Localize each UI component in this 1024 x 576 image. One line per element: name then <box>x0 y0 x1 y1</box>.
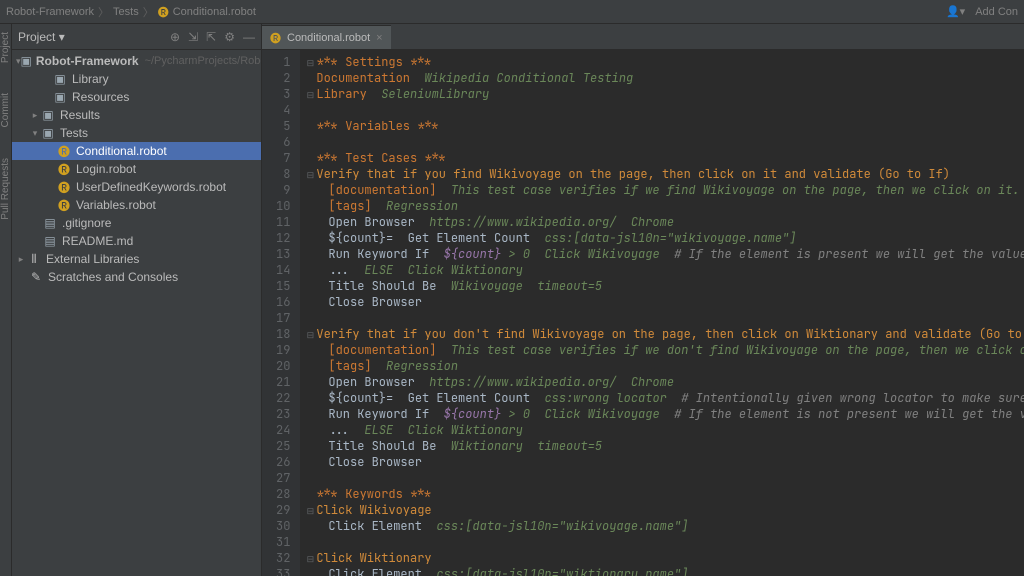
robot-icon: 🅡 <box>56 179 72 196</box>
editor-area: 🅡 Conditional.robot × 123456789101112131… <box>262 24 1024 576</box>
tree-folder-library[interactable]: ▣Library <box>12 70 261 88</box>
breadcrumb: Robot-Framework 〉 Tests 〉 🅡 Conditional.… <box>6 4 256 20</box>
line-gutter: 1234567891011121314151617181920212223242… <box>262 50 300 576</box>
breadcrumb-sep: 〉 <box>98 4 109 20</box>
robot-icon: 🅡 <box>158 4 169 20</box>
hide-icon[interactable]: — <box>243 30 255 44</box>
breadcrumb-tests[interactable]: Tests <box>113 6 139 18</box>
tree-folder-tests[interactable]: ▾▣Tests <box>12 124 261 142</box>
robot-icon: 🅡 <box>56 143 72 160</box>
collapse-all-icon[interactable]: ⇱ <box>206 30 216 44</box>
robot-icon: 🅡 <box>270 30 281 46</box>
tree-file-gitignore[interactable]: ▤.gitignore <box>12 214 261 232</box>
library-icon: ⫴ <box>26 252 42 267</box>
tree-file-conditional[interactable]: 🅡Conditional.robot <box>12 142 261 160</box>
tree-external-libraries[interactable]: ▸⫴External Libraries <box>12 250 261 268</box>
project-dropdown[interactable]: Project ▾ <box>18 30 65 44</box>
markdown-icon: ▤ <box>42 234 58 248</box>
commit-tool-tab[interactable]: Commit <box>0 93 11 127</box>
tree-scratches[interactable]: ✎Scratches and Consoles <box>12 268 261 286</box>
close-icon[interactable]: × <box>376 32 382 44</box>
tree-file-readme[interactable]: ▤README.md <box>12 232 261 250</box>
breadcrumb-root[interactable]: Robot-Framework <box>6 6 94 18</box>
folder-icon: ▣ <box>52 72 68 86</box>
top-bar: Robot-Framework 〉 Tests 〉 🅡 Conditional.… <box>0 0 1024 24</box>
tree-file-variables[interactable]: 🅡Variables.robot <box>12 196 261 214</box>
project-sidebar: Project ▾ ⊕ ⇲ ⇱ ⚙ — ▾▣ Robot-Framework ~… <box>12 24 262 576</box>
code-editor[interactable]: 1234567891011121314151617181920212223242… <box>262 50 1024 576</box>
file-icon: ▤ <box>42 216 58 230</box>
tree-project-root[interactable]: ▾▣ Robot-Framework ~/PycharmProjects/Rob… <box>12 52 261 70</box>
folder-icon: ▣ <box>40 108 56 122</box>
user-icon[interactable]: 👤▾ <box>946 5 965 18</box>
expand-all-icon[interactable]: ⇲ <box>188 30 198 44</box>
robot-icon: 🅡 <box>56 161 72 178</box>
add-configuration-button[interactable]: Add Con <box>975 6 1018 18</box>
locate-icon[interactable]: ⊕ <box>170 30 180 44</box>
tool-window-bar: Project Commit Pull Requests <box>0 24 12 576</box>
settings-icon[interactable]: ⚙ <box>224 30 235 44</box>
tab-conditional[interactable]: 🅡 Conditional.robot × <box>262 25 391 49</box>
folder-icon: ▣ <box>40 126 56 140</box>
project-tool-tab[interactable]: Project <box>0 32 11 63</box>
folder-icon: ▣ <box>52 90 68 104</box>
code-content[interactable]: ⊟*** Settings *** Documentation Wikipedi… <box>300 50 1024 576</box>
scratch-icon: ✎ <box>28 270 44 284</box>
tree-folder-resources[interactable]: ▣Resources <box>12 88 261 106</box>
tree-file-login[interactable]: 🅡Login.robot <box>12 160 261 178</box>
tab-label: Conditional.robot <box>287 32 370 44</box>
tree-folder-results[interactable]: ▸▣Results <box>12 106 261 124</box>
tree-file-udk[interactable]: 🅡UserDefinedKeywords.robot <box>12 178 261 196</box>
breadcrumb-file[interactable]: Conditional.robot <box>173 6 256 18</box>
editor-tabs: 🅡 Conditional.robot × <box>262 24 1024 50</box>
folder-icon: ▣ <box>21 54 32 68</box>
robot-icon: 🅡 <box>56 197 72 214</box>
breadcrumb-sep: 〉 <box>143 4 154 20</box>
project-tree: ▾▣ Robot-Framework ~/PycharmProjects/Rob… <box>12 50 261 576</box>
pull-requests-tool-tab[interactable]: Pull Requests <box>0 158 11 220</box>
